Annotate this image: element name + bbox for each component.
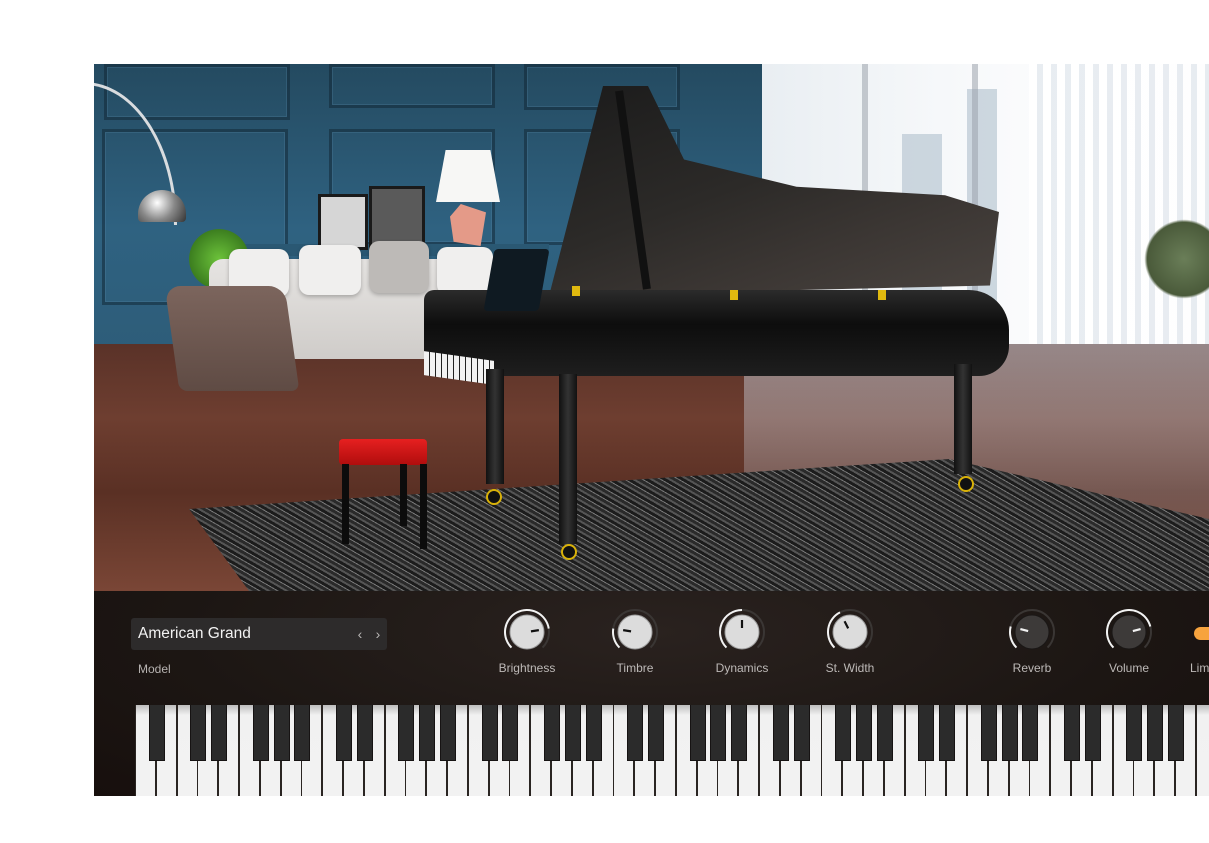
timbre-label: Timbre — [616, 661, 654, 675]
knob-body[interactable] — [1014, 614, 1050, 650]
black-key[interactable] — [294, 705, 311, 761]
chevron-right-icon[interactable]: › — [369, 626, 387, 642]
black-key[interactable] — [980, 705, 997, 761]
black-key[interactable] — [1064, 705, 1080, 761]
black-key[interactable] — [710, 705, 727, 761]
knob-volume[interactable]: Volume — [1089, 608, 1169, 675]
black-key[interactable] — [419, 705, 436, 761]
piano-plugin-window: American Grand ‹ › Model Brightness Timb… — [94, 64, 1209, 796]
model-selector[interactable]: American Grand ‹ › — [131, 618, 387, 650]
caster — [486, 489, 502, 505]
black-key[interactable] — [544, 705, 560, 761]
black-key[interactable] — [190, 705, 207, 761]
model-label: Model — [138, 662, 171, 676]
knob-body[interactable] — [617, 614, 653, 650]
piano-bench — [339, 439, 427, 465]
keyboard[interactable] — [135, 705, 1209, 796]
white-key[interactable] — [1195, 705, 1209, 796]
caster — [561, 544, 577, 560]
cushion — [369, 241, 429, 293]
stereo-width-knob-icon[interactable] — [826, 608, 874, 656]
dynamics-knob-icon[interactable] — [718, 608, 766, 656]
black-key[interactable] — [772, 705, 789, 761]
black-key[interactable] — [835, 705, 852, 761]
bench-leg — [420, 464, 427, 549]
black-key[interactable] — [502, 705, 519, 761]
black-key[interactable] — [1168, 705, 1184, 761]
knob-timbre[interactable]: Timbre — [595, 608, 675, 675]
black-key[interactable] — [148, 705, 165, 761]
black-key[interactable] — [1147, 705, 1164, 761]
lid-hinge — [878, 290, 886, 300]
black-key[interactable] — [1001, 705, 1018, 761]
knob-body[interactable] — [1111, 614, 1147, 650]
black-key[interactable] — [627, 705, 644, 761]
lid-hinge — [730, 290, 738, 300]
black-key[interactable] — [648, 705, 664, 761]
black-key[interactable] — [273, 705, 290, 761]
limiter-toggle[interactable] — [1194, 627, 1209, 640]
knob-brightness[interactable]: Brightness — [487, 608, 567, 675]
curtain — [1029, 64, 1209, 364]
black-key[interactable] — [1022, 705, 1039, 761]
black-key[interactable] — [211, 705, 228, 761]
black-key[interactable] — [564, 705, 581, 761]
picture-frame — [318, 194, 368, 250]
knob-body[interactable] — [832, 614, 868, 650]
reverb-knob-icon[interactable] — [1008, 608, 1056, 656]
dynamics-label: Dynamics — [715, 661, 769, 675]
model-name: American Grand — [138, 625, 251, 642]
reverb-label: Reverb — [1012, 661, 1052, 675]
piano-leg — [486, 369, 504, 484]
knob-dynamics[interactable]: Dynamics — [702, 608, 782, 675]
black-key[interactable] — [585, 705, 602, 761]
cushion — [299, 245, 361, 295]
armchair — [164, 286, 300, 391]
black-key[interactable] — [689, 705, 706, 761]
black-key[interactable] — [440, 705, 456, 761]
brightness-label: Brightness — [498, 661, 556, 675]
black-key[interactable] — [481, 705, 498, 761]
volume-knob-icon[interactable] — [1105, 608, 1153, 656]
piano-scene-image — [94, 64, 1209, 591]
black-key[interactable] — [1126, 705, 1143, 761]
black-key[interactable] — [1084, 705, 1101, 761]
limiter-label: Lim — [1190, 661, 1209, 675]
control-panel: American Grand ‹ › Model Brightness Timb… — [94, 591, 1209, 796]
bench-leg — [342, 464, 349, 544]
black-key[interactable] — [939, 705, 956, 761]
volume-label: Volume — [1108, 661, 1150, 675]
wall-molding — [329, 64, 495, 108]
black-key[interactable] — [336, 705, 352, 761]
knob-stereo-width[interactable]: St. Width — [810, 608, 890, 675]
cushion — [437, 247, 493, 295]
black-key[interactable] — [398, 705, 415, 761]
lid-hinge — [572, 286, 580, 296]
stereo-width-label: St. Width — [825, 661, 875, 675]
bench-leg — [400, 464, 407, 526]
chevron-left-icon[interactable]: ‹ — [351, 626, 369, 642]
black-key[interactable] — [356, 705, 373, 761]
black-key[interactable] — [918, 705, 935, 761]
black-key[interactable] — [731, 705, 748, 761]
knob-reverb[interactable]: Reverb — [992, 608, 1072, 675]
knob-body[interactable] — [509, 614, 545, 650]
caster — [958, 476, 974, 492]
piano-leg — [559, 374, 577, 544]
knob-pointer — [530, 629, 540, 633]
black-key[interactable] — [252, 705, 269, 761]
music-stand — [483, 249, 550, 311]
black-key[interactable] — [856, 705, 872, 761]
brightness-knob-icon[interactable] — [503, 608, 551, 656]
timbre-knob-icon[interactable] — [611, 608, 659, 656]
black-key[interactable] — [876, 705, 893, 761]
knob-pointer — [622, 629, 632, 633]
piano-leg — [954, 364, 972, 474]
table-lamp-shade — [436, 150, 500, 202]
black-key[interactable] — [793, 705, 810, 761]
